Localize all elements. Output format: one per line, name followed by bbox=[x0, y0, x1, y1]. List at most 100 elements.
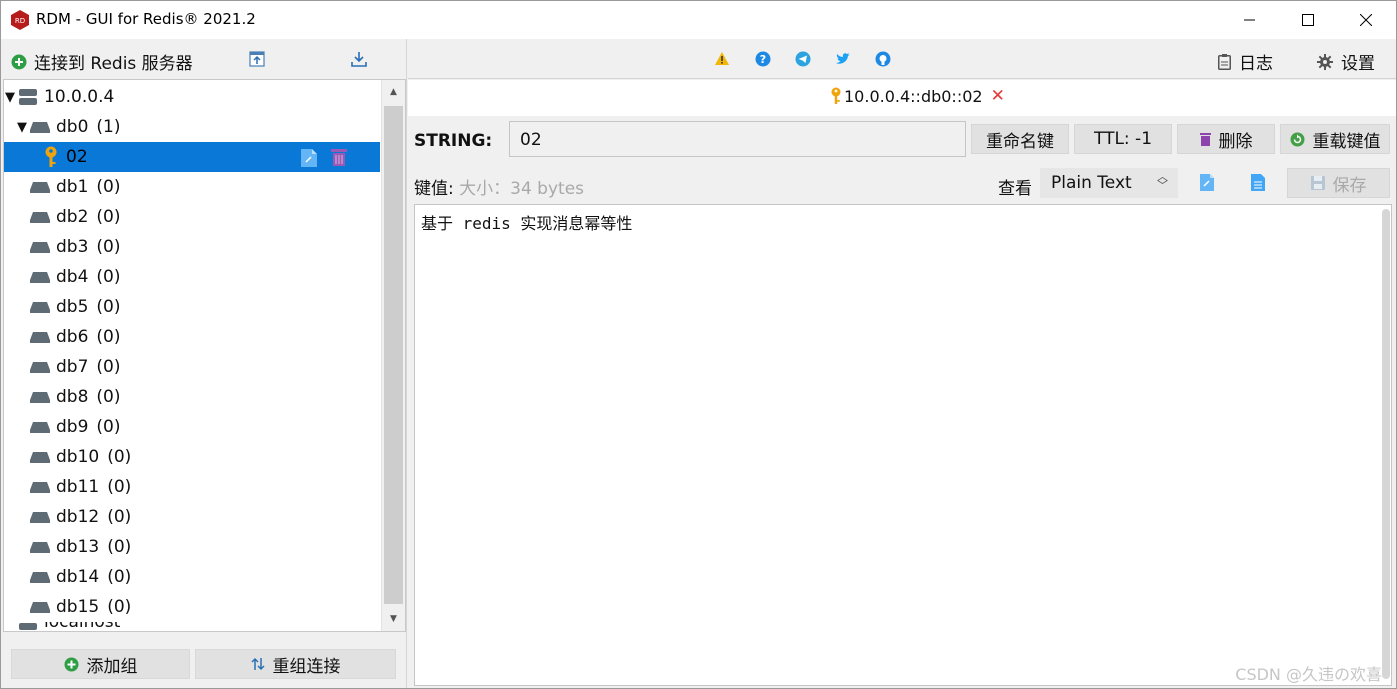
tree-connection-row-partial[interactable]: localhost bbox=[4, 622, 380, 631]
tree-db-row[interactable]: db4 (0) bbox=[4, 262, 380, 292]
copy-value-icon[interactable] bbox=[1199, 173, 1215, 192]
tree-db-row[interactable]: db12 (0) bbox=[4, 502, 380, 532]
format-select[interactable]: Plain Text ︿ ﹀ bbox=[1040, 168, 1178, 198]
scroll-down-button[interactable]: ▼ bbox=[382, 607, 405, 631]
document-icon[interactable] bbox=[1250, 173, 1266, 192]
db-name: db15 bbox=[56, 597, 100, 617]
tree-db-row[interactable]: db2 (0) bbox=[4, 202, 380, 232]
minimize-button[interactable] bbox=[1221, 1, 1279, 39]
tree-db-row[interactable]: db9 (0) bbox=[4, 412, 380, 442]
tab-strip: 10.0.0.4::db0::02 ✕ bbox=[408, 80, 1396, 116]
db-count: (0) bbox=[107, 447, 132, 467]
add-group-button[interactable]: 添加组 bbox=[11, 649, 190, 679]
db-count: (0) bbox=[96, 237, 121, 257]
scroll-up-button[interactable]: ▲ bbox=[382, 80, 405, 104]
expand-triangle-icon[interactable]: ▼ bbox=[4, 90, 16, 105]
rename-key-button[interactable]: 重命名键 bbox=[971, 124, 1069, 154]
log-button[interactable]: 日志 bbox=[1218, 49, 1273, 74]
db-name: db0 bbox=[56, 117, 89, 137]
settings-button[interactable]: 设置 bbox=[1317, 49, 1375, 74]
database-icon bbox=[30, 571, 50, 584]
svg-text:?: ? bbox=[760, 53, 766, 66]
key-icon bbox=[830, 87, 842, 105]
expand-triangle-icon[interactable]: ▼ bbox=[16, 120, 28, 135]
watermark: CSDN @久违の欢喜 bbox=[1235, 665, 1382, 684]
db-count: (0) bbox=[96, 207, 121, 227]
scroll-thumb[interactable] bbox=[384, 106, 403, 604]
value-text[interactable]: 基于 redis 实现消息幂等性 bbox=[421, 210, 632, 234]
tree-connection-row[interactable]: ▼ 10.0.0.4 bbox=[4, 82, 380, 112]
app-window: RD RDM - GUI for Redis® 2021.2 连接到 Redis… bbox=[0, 0, 1397, 689]
database-icon bbox=[30, 271, 50, 284]
tree-db-row[interactable]: db13 (0) bbox=[4, 532, 380, 562]
export-icon[interactable] bbox=[350, 50, 368, 68]
db-count: (0) bbox=[96, 417, 121, 437]
reload-label: 重载键值 bbox=[1312, 131, 1381, 152]
github-icon[interactable] bbox=[875, 51, 891, 67]
warning-icon[interactable] bbox=[714, 51, 730, 67]
regroup-connections-button[interactable]: 重组连接 bbox=[195, 649, 396, 679]
value-scrollbar[interactable] bbox=[1382, 209, 1390, 679]
main-panel: ? 日志 设置 10.0.0.4::db0::02 ✕ STRING: 02 重… bbox=[408, 39, 1396, 688]
telegram-icon[interactable] bbox=[795, 51, 811, 67]
log-label: 日志 bbox=[1239, 54, 1273, 74]
server-icon bbox=[18, 622, 38, 630]
tree-db-row[interactable]: db1 (0) bbox=[4, 172, 380, 202]
tree-db-row[interactable]: db14 (0) bbox=[4, 562, 380, 592]
tree-db-row[interactable]: db7 (0) bbox=[4, 352, 380, 382]
plus-circle-icon bbox=[11, 54, 27, 70]
tree-db-row[interactable]: db6 (0) bbox=[4, 322, 380, 352]
twitter-icon[interactable] bbox=[835, 51, 851, 67]
connect-redis-button[interactable]: 连接到 Redis 服务器 bbox=[11, 49, 193, 74]
database-icon bbox=[30, 121, 50, 134]
value-header: 键值: 大小：34 bytes bbox=[414, 174, 584, 199]
tree-db-row[interactable]: db10 (0) bbox=[4, 442, 380, 472]
tab-key[interactable]: 10.0.0.4::db0::02 ✕ bbox=[830, 86, 1005, 106]
database-icon bbox=[30, 181, 50, 194]
delete-key-button[interactable]: 删除 bbox=[1177, 124, 1275, 154]
rename-label: 重命名键 bbox=[986, 131, 1054, 152]
refresh-icon bbox=[1290, 132, 1305, 147]
tree-db-row[interactable]: db3 (0) bbox=[4, 232, 380, 262]
close-tab-icon[interactable]: ✕ bbox=[991, 86, 1005, 106]
maximize-button[interactable] bbox=[1279, 1, 1337, 39]
reload-key-button[interactable]: 重载键值 bbox=[1280, 124, 1390, 154]
help-icon[interactable]: ? bbox=[755, 51, 771, 67]
settings-label: 设置 bbox=[1341, 54, 1375, 74]
ttl-button[interactable]: TTL: -1 bbox=[1074, 124, 1172, 154]
database-icon bbox=[30, 541, 50, 554]
database-icon bbox=[30, 421, 50, 434]
db-count: (0) bbox=[107, 597, 132, 617]
key-name-field[interactable]: 02 bbox=[509, 121, 966, 157]
floppy-icon bbox=[1310, 176, 1325, 190]
import-icon[interactable] bbox=[249, 50, 267, 68]
tree-db-row[interactable]: db11 (0) bbox=[4, 472, 380, 502]
close-window-button[interactable] bbox=[1337, 1, 1395, 39]
tree-db-row[interactable]: ▼ db0 (1) bbox=[4, 112, 380, 142]
trash-icon[interactable] bbox=[331, 148, 347, 166]
copy-key-icon[interactable] bbox=[300, 148, 318, 168]
tree-db-row[interactable]: db8 (0) bbox=[4, 382, 380, 412]
tree-scrollbar[interactable]: ▲ ▼ bbox=[381, 80, 405, 631]
delete-label: 删除 bbox=[1218, 131, 1253, 152]
db-name: db10 bbox=[56, 447, 100, 467]
add-group-label: 添加组 bbox=[86, 656, 138, 677]
tree-db-row[interactable]: db5 (0) bbox=[4, 292, 380, 322]
db-name: db12 bbox=[56, 507, 100, 527]
tree-db-row[interactable]: db15 (0) bbox=[4, 592, 380, 622]
title-bar: RD RDM - GUI for Redis® 2021.2 bbox=[1, 1, 1396, 39]
tree-key-row[interactable]: 02 bbox=[4, 142, 380, 172]
svg-text:RD: RD bbox=[15, 17, 25, 25]
save-button[interactable]: 保存 bbox=[1287, 168, 1390, 198]
db-name: db5 bbox=[56, 297, 89, 317]
connections-panel: 连接到 Redis 服务器 ▼ 10.0.0.4 ▼ db0 (1) 02 db… bbox=[1, 39, 407, 688]
db-count: (0) bbox=[96, 327, 121, 347]
value-editor[interactable]: 基于 redis 实现消息幂等性 bbox=[414, 204, 1392, 686]
db-name: db4 bbox=[56, 267, 89, 287]
connection-name: 10.0.0.4 bbox=[44, 87, 115, 107]
database-icon bbox=[30, 511, 50, 524]
db-count: (0) bbox=[96, 387, 121, 407]
db-name: db14 bbox=[56, 567, 100, 587]
database-icon bbox=[30, 361, 50, 374]
db-count: (0) bbox=[96, 357, 121, 377]
